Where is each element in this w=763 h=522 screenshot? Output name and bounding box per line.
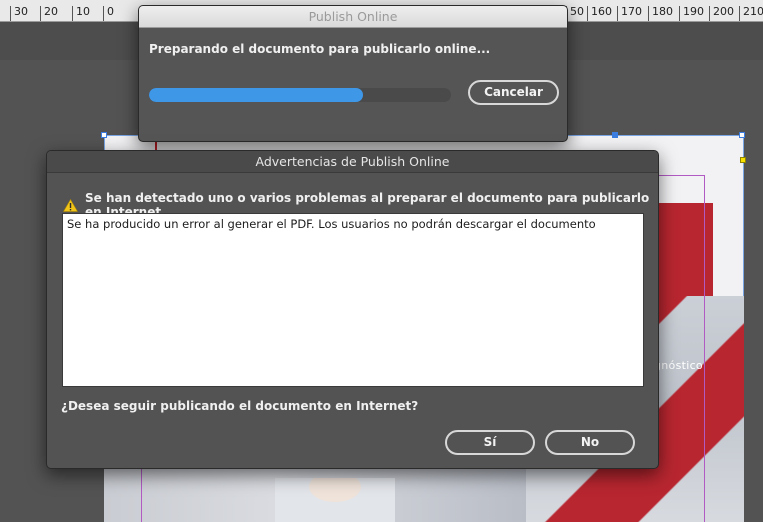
ruler-label: 160 [587,6,612,21]
document-text: gnóstico [654,359,703,372]
dialog-title: Publish Online [139,6,567,28]
ruler-label: 190 [679,6,704,21]
continue-question: ¿Desea seguir publicando el documento en… [61,399,419,413]
ruler-label: 200 [709,6,734,21]
selection-handle[interactable] [739,132,745,138]
ruler-label: 10 [72,6,90,21]
progress-message: Preparando el documento para publicarlo … [149,42,491,56]
publish-online-progress-dialog: Publish Online Preparando el documento p… [138,5,568,142]
selection-handle[interactable] [612,132,618,138]
publish-online-warnings-dialog: Advertencias de Publish Online Se han de… [46,150,659,469]
yes-button[interactable]: Sí [445,430,535,455]
ruler-label: 0 [103,6,114,21]
warning-triangle-icon [62,198,79,212]
selection-handle[interactable] [101,132,107,138]
ruler-label: 20 [40,6,58,21]
warning-message: Se ha producido un error al generar el P… [67,217,596,231]
cancel-button[interactable]: Cancelar [468,80,559,105]
ruler-label: 170 [617,6,642,21]
ruler-label: 210 [739,6,763,21]
no-button[interactable]: No [545,430,635,455]
ruler-label: 180 [648,6,673,21]
ruler-label: 50 [566,6,584,21]
warning-message-box[interactable]: Se ha producido un error al generar el P… [62,213,644,387]
dialog-title: Advertencias de Publish Online [47,151,658,173]
frame-edit-handle[interactable] [740,157,746,163]
progress-bar-fill [149,88,364,102]
progress-bar [149,88,451,102]
ruler-label: 30 [10,6,28,21]
